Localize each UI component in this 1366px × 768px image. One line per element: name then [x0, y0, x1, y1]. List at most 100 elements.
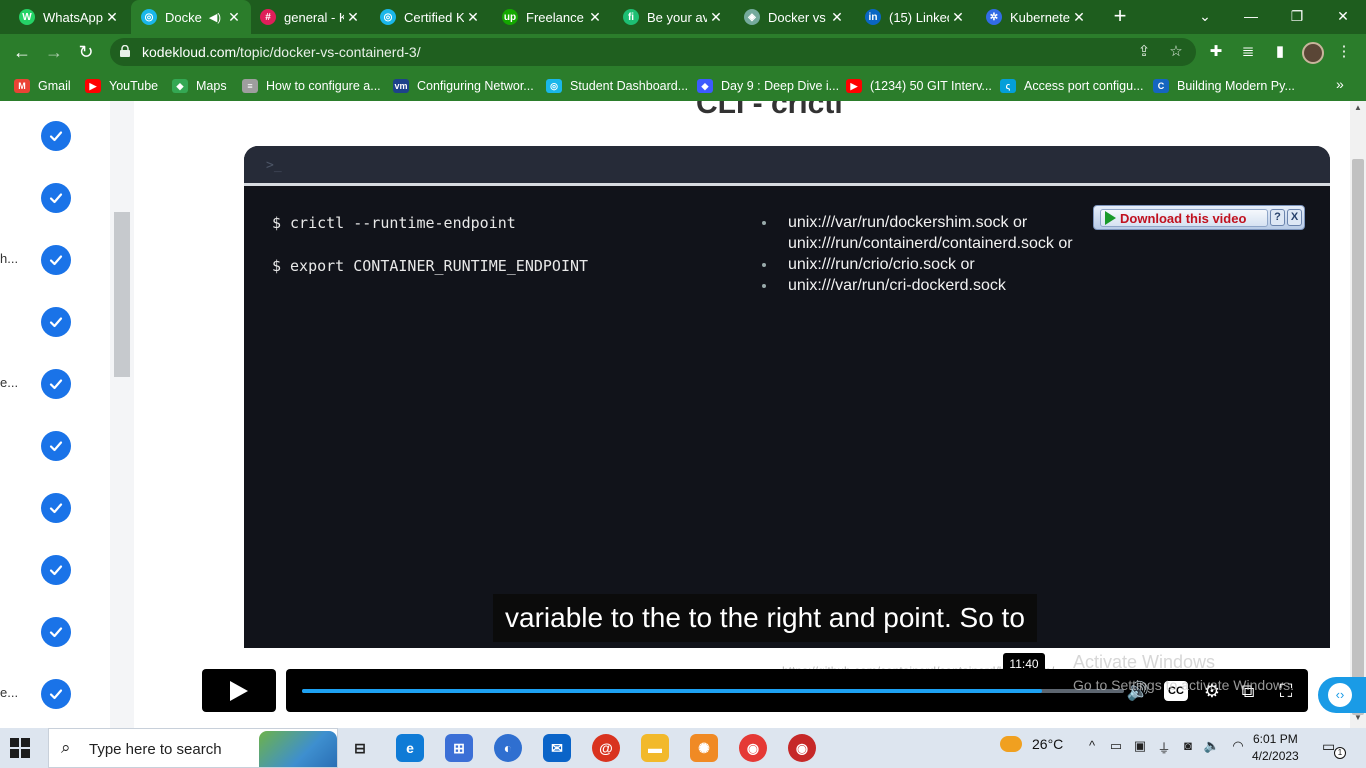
completed-check-icon[interactable]	[41, 245, 71, 275]
battery-icon[interactable]: ▭	[1106, 738, 1126, 754]
bookmark-item[interactable]: C Building Modern Py...	[1153, 76, 1295, 96]
browser-tab[interactable]: fi Be your av ✕	[613, 0, 733, 34]
completed-check-icon[interactable]	[41, 431, 71, 461]
network-device-icon[interactable]: ▣	[1130, 738, 1150, 754]
search-icon: ⌕	[61, 738, 71, 757]
settings-app-icon[interactable]: ✺	[690, 734, 718, 762]
bookmark-item[interactable]: ▶ YouTube	[85, 76, 158, 96]
bookmark-item[interactable]: M Gmail	[14, 76, 71, 96]
bookmark-item[interactable]: vm Configuring Networ...	[393, 76, 534, 96]
file-explorer-icon[interactable]: ▬	[641, 734, 669, 762]
chrome-profile-icon[interactable]: ◉	[788, 734, 816, 762]
browser-tab[interactable]: up Freelance | ✕	[492, 0, 612, 34]
video-caption: variable to the to the right and point. …	[493, 594, 1037, 642]
profile-avatar[interactable]	[1302, 42, 1324, 64]
endpoint-item: unix:///run/crio/crio.sock or	[760, 254, 1073, 275]
menu-kebab-icon[interactable]: ⋮	[1334, 42, 1354, 62]
mail-icon[interactable]: ✉	[543, 734, 571, 762]
usb-icon[interactable]: ⏚	[1154, 738, 1174, 757]
speaker-icon[interactable]: 🔈	[1202, 738, 1222, 754]
new-tab-button[interactable]: +	[1108, 5, 1132, 29]
camera-icon[interactable]: ◙	[1178, 738, 1198, 753]
tab-audio-icon[interactable]: ◀)	[209, 11, 221, 24]
bookmark-item[interactable]: ≡ How to configure a...	[242, 76, 381, 96]
close-window-button[interactable]: ✕	[1320, 0, 1366, 34]
browser-toolbar: ← → ↻ kodekloud.com/topic/docker-vs-cont…	[0, 34, 1366, 70]
close-tab-icon[interactable]: ✕	[225, 9, 243, 26]
lesson-title-truncated[interactable]: e...	[0, 685, 18, 700]
sidebar-scrollbar[interactable]	[110, 101, 134, 728]
chrome-icon[interactable]: ◉	[739, 734, 767, 762]
fiverr-icon: fi	[623, 9, 639, 25]
bookmark-item[interactable]: ◎ Student Dashboard...	[546, 76, 688, 96]
wifi-icon[interactable]: ◠	[1228, 738, 1248, 754]
media-control-icon[interactable]: ≣	[1238, 42, 1258, 62]
bookmark-item[interactable]: ς Access port configu...	[1000, 76, 1144, 96]
reload-button[interactable]: ↻	[73, 40, 99, 64]
browser-tab[interactable]: ◎ Docke ◀) ✕	[131, 0, 251, 34]
more-bookmarks-icon[interactable]: »	[1336, 76, 1344, 92]
close-tab-icon[interactable]: ✕	[1070, 9, 1088, 26]
windows-start-icon[interactable]	[10, 738, 32, 758]
download-video-button[interactable]: Download this video	[1100, 209, 1268, 227]
store-icon[interactable]: ⊞	[445, 734, 473, 762]
bookmark-item[interactable]: ▶ (1234) 50 GIT Interv...	[846, 76, 992, 96]
bookmark-star-icon[interactable]: ☆	[1166, 42, 1186, 62]
completed-check-icon[interactable]	[41, 555, 71, 585]
snail-app-icon[interactable]: @	[592, 734, 620, 762]
youtube-icon: ▶	[85, 79, 101, 93]
minimize-button[interactable]: —	[1228, 0, 1274, 34]
sidebar-scrollbar-thumb[interactable]	[114, 212, 130, 377]
completed-check-icon[interactable]	[41, 493, 71, 523]
close-tab-icon[interactable]: ✕	[103, 9, 121, 26]
close-tab-icon[interactable]: ✕	[949, 9, 967, 26]
browser-tab[interactable]: in (15) Linked ✕	[855, 0, 975, 34]
kodekloud-icon: ◎	[546, 79, 562, 93]
tab-search-chevron-icon[interactable]: ⌄	[1182, 0, 1228, 34]
lesson-title-truncated[interactable]: h...	[0, 251, 18, 266]
completed-check-icon[interactable]	[41, 121, 71, 151]
forward-button[interactable]: →	[41, 40, 67, 64]
browser-tab[interactable]: W WhatsApp ✕	[9, 0, 129, 34]
close-download-widget-button[interactable]: X	[1287, 209, 1302, 226]
address-bar[interactable]: kodekloud.com/topic/docker-vs-containerd…	[110, 38, 1196, 66]
completed-check-icon[interactable]	[41, 679, 71, 709]
back-button[interactable]: ←	[9, 40, 35, 64]
close-tab-icon[interactable]: ✕	[828, 9, 846, 26]
completed-check-icon[interactable]	[41, 369, 71, 399]
weather-widget[interactable]: 26°C	[1000, 736, 1063, 752]
bookmark-item[interactable]: ◆ Maps	[172, 76, 227, 96]
notification-icon[interactable]: ▭ 1	[1322, 738, 1346, 759]
scroll-up-icon[interactable]: ▲	[1354, 103, 1362, 112]
page-scrollbar[interactable]: ▲ ▼	[1350, 101, 1366, 728]
extensions-icon[interactable]: ✚	[1206, 42, 1226, 62]
app-icon[interactable]: ◐	[494, 734, 522, 762]
tab-title: Docker vs	[768, 9, 826, 25]
scroll-down-icon[interactable]: ▼	[1354, 713, 1362, 722]
close-tab-icon[interactable]: ✕	[344, 9, 362, 26]
close-tab-icon[interactable]: ✕	[464, 9, 482, 26]
help-button[interactable]: ?	[1270, 209, 1285, 226]
page-scrollbar-thumb[interactable]	[1352, 159, 1364, 715]
video-player[interactable]: >_ $ crictl --runtime-endpoint $ export CO…	[244, 146, 1330, 648]
share-icon[interactable]: ⇪	[1134, 42, 1154, 62]
browser-tab[interactable]: # general - K ✕	[250, 0, 370, 34]
bookmark-label: Maps	[196, 79, 227, 93]
browser-tab[interactable]: ✲ Kubernete ✕	[976, 0, 1096, 34]
restore-button[interactable]: ❐	[1274, 0, 1320, 34]
browser-tab[interactable]: ◎ Certified K ✕	[370, 0, 490, 34]
completed-check-icon[interactable]	[41, 183, 71, 213]
bookmark-item[interactable]: ◆ Day 9 : Deep Dive i...	[697, 76, 839, 96]
close-tab-icon[interactable]: ✕	[707, 9, 725, 26]
taskbar-search[interactable]: ⌕ Type here to search	[48, 728, 338, 768]
system-clock[interactable]: 6:01 PM 4/2/2023	[1252, 731, 1299, 765]
browser-tab[interactable]: ◈ Docker vs ✕	[734, 0, 854, 34]
tray-overflow-icon[interactable]: ^	[1082, 738, 1102, 753]
close-tab-icon[interactable]: ✕	[586, 9, 604, 26]
task-view-icon[interactable]: ⊟	[346, 734, 374, 762]
completed-check-icon[interactable]	[41, 307, 71, 337]
completed-check-icon[interactable]	[41, 617, 71, 647]
lesson-title-truncated[interactable]: e...	[0, 375, 18, 390]
edge-icon[interactable]: e	[396, 734, 424, 762]
side-panel-icon[interactable]: ▮	[1270, 42, 1290, 62]
